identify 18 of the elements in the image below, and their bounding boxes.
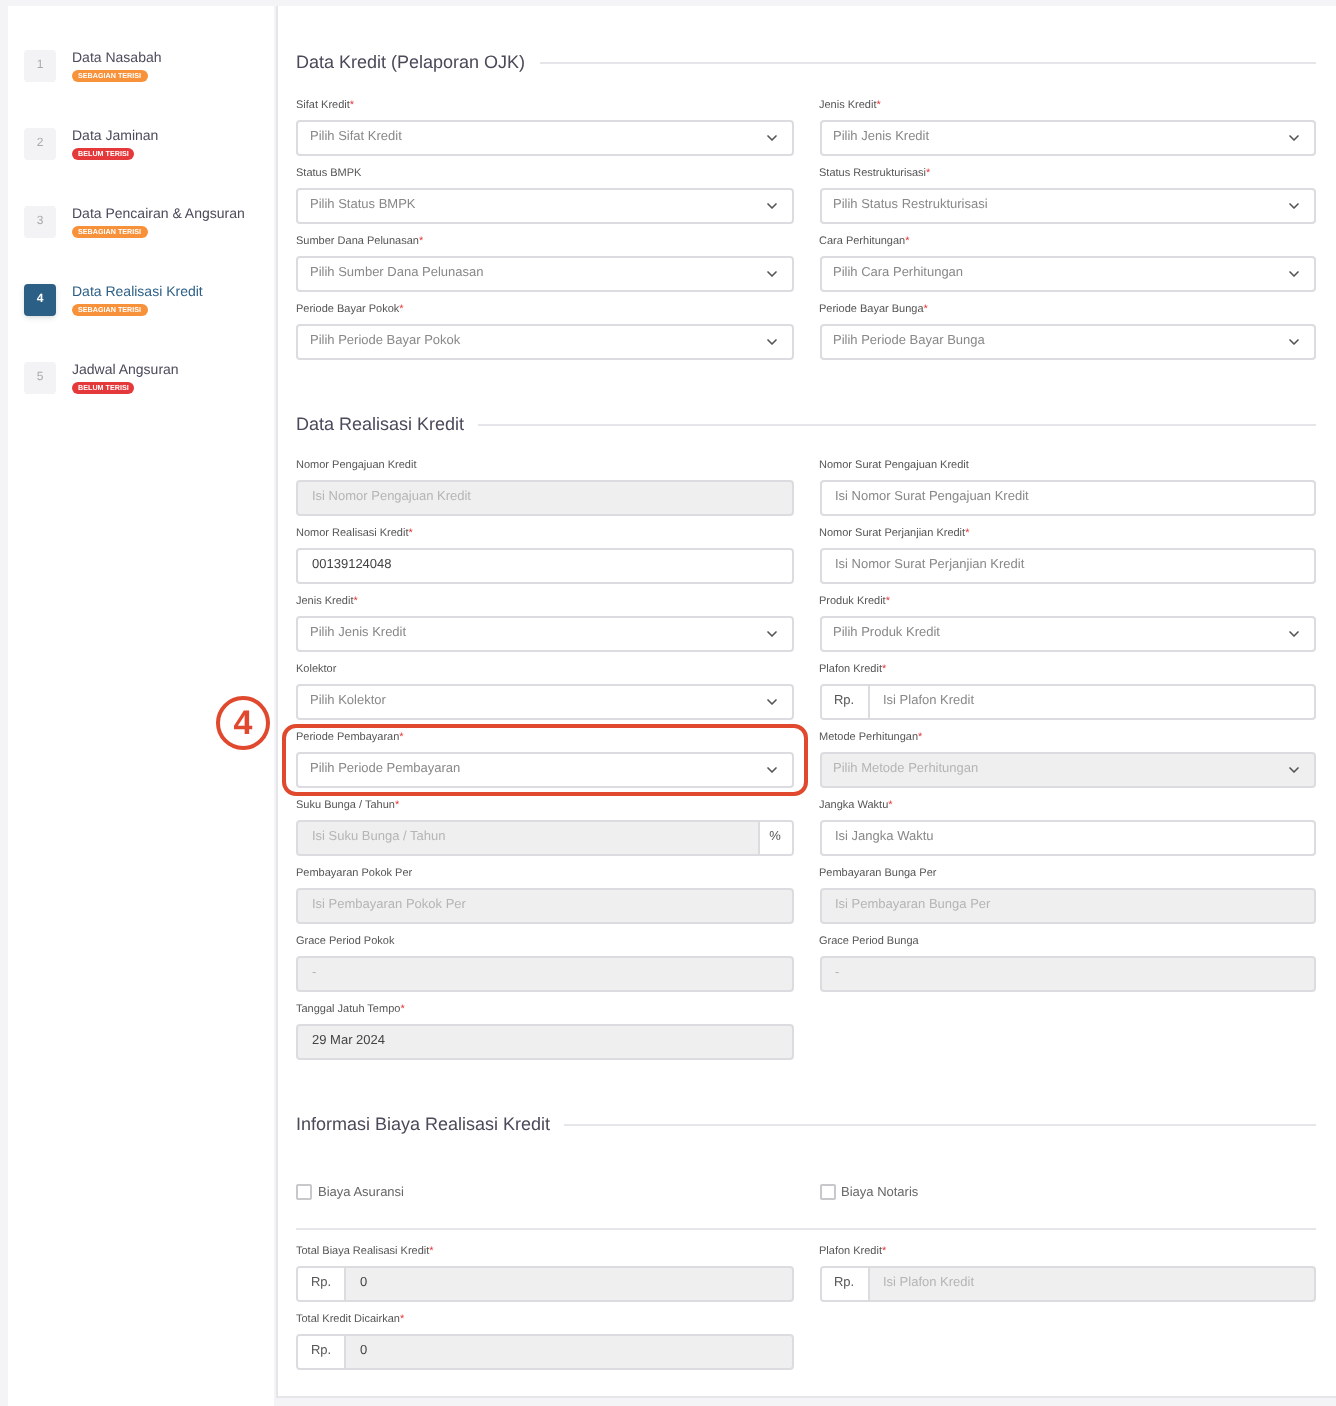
section-title: Data Realisasi Kredit [296, 411, 465, 437]
chevron-down-icon [763, 694, 779, 710]
section-title: Informasi Biaya Realisasi Kredit [296, 1112, 551, 1138]
chevron-down-icon [1286, 626, 1302, 642]
chevron-down-icon [763, 762, 779, 778]
chevron-down-icon [1286, 129, 1302, 145]
checkbox[interactable] [819, 1184, 835, 1201]
chevron-down-icon [763, 129, 779, 145]
chevron-down-icon [763, 333, 779, 349]
chevron-down-icon [1286, 265, 1302, 281]
chevron-down-icon [1286, 762, 1302, 778]
chevron-down-icon [763, 265, 779, 281]
chevron-down-icon [1286, 333, 1302, 349]
checkbox[interactable] [296, 1184, 312, 1201]
chevron-down-icon [763, 197, 779, 213]
section-title: Data Kredit (Pelaporan OJK) [296, 50, 526, 76]
chevron-down-icon [763, 626, 779, 642]
chevron-down-icon [1286, 197, 1302, 213]
